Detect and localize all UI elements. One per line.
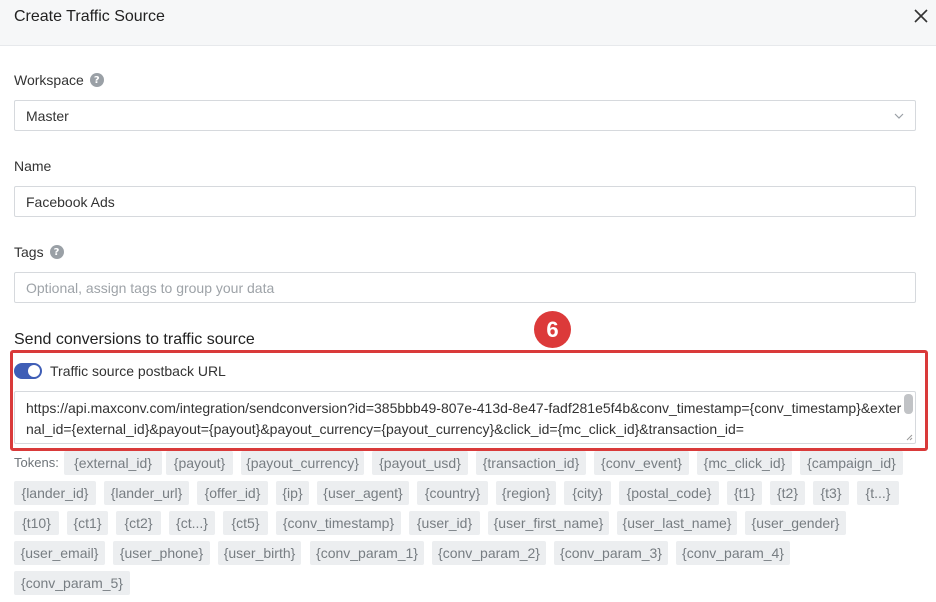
workspace-value: Master: [26, 107, 69, 124]
token-chip[interactable]: {user_agent}: [317, 481, 409, 505]
resize-handle-icon[interactable]: [906, 434, 913, 441]
token-chip[interactable]: {t2}: [770, 481, 805, 505]
step-badge: 6: [534, 311, 571, 348]
postback-toggle[interactable]: [14, 363, 42, 379]
token-chip[interactable]: {postal_code}: [619, 481, 719, 505]
token-chip[interactable]: {conv_event}: [594, 451, 689, 475]
token-chip[interactable]: {t10}: [14, 511, 59, 535]
tags-input[interactable]: Optional, assign tags to group your data: [14, 272, 916, 303]
token-chip[interactable]: {city}: [564, 481, 611, 505]
token-chip[interactable]: {conv_param_3}: [554, 541, 668, 565]
token-chip[interactable]: {ct...}: [169, 511, 215, 535]
tokens-label: Tokens:: [14, 455, 59, 470]
workspace-select[interactable]: Master: [14, 100, 916, 131]
token-chip[interactable]: {user_last_name}: [617, 511, 737, 535]
tags-placeholder: Optional, assign tags to group your data: [26, 279, 275, 296]
token-chip[interactable]: {conv_param_5}: [14, 571, 130, 595]
token-chip[interactable]: {t...}: [857, 481, 899, 505]
workspace-label: Workspace ?: [14, 72, 104, 88]
modal-header: Create Traffic Source: [0, 0, 936, 46]
token-chip[interactable]: {t1}: [727, 481, 762, 505]
token-chip[interactable]: {external_id}: [64, 451, 162, 475]
postback-url-textarea[interactable]: https://api.maxconv.com/integration/send…: [14, 391, 916, 444]
token-chip[interactable]: {campaign_id}: [800, 451, 903, 475]
help-icon[interactable]: ?: [89, 73, 104, 87]
token-chip[interactable]: {ct5}: [223, 511, 268, 535]
token-chip[interactable]: {user_email}: [14, 541, 105, 565]
postback-toggle-label: Traffic source postback URL: [50, 363, 226, 379]
token-chip[interactable]: {country}: [417, 481, 488, 505]
name-input[interactable]: Facebook Ads: [14, 186, 916, 217]
token-chip[interactable]: {ct1}: [67, 511, 108, 535]
token-chip[interactable]: {offer_id}: [197, 481, 268, 505]
token-chip[interactable]: {lander_id}: [14, 481, 96, 505]
postback-url-text: https://api.maxconv.com/integration/send…: [26, 400, 902, 437]
token-chip[interactable]: {user_gender}: [745, 511, 846, 535]
name-value: Facebook Ads: [26, 193, 115, 210]
toggle-knob: [28, 365, 40, 377]
modal-title: Create Traffic Source: [14, 8, 165, 25]
tags-label: Tags ?: [14, 244, 64, 260]
token-chip[interactable]: {region}: [496, 481, 556, 505]
token-chip[interactable]: {conv_param_4}: [676, 541, 790, 565]
section-title: Send conversions to traffic source: [14, 331, 255, 348]
textarea-scrollbar[interactable]: [904, 394, 913, 414]
token-chip[interactable]: {transaction_id}: [476, 451, 586, 475]
token-chip[interactable]: {user_birth}: [218, 541, 301, 565]
token-chip[interactable]: {user_id}: [409, 511, 480, 535]
token-chip[interactable]: {payout_currency}: [241, 451, 364, 475]
token-chip[interactable]: {conv_timestamp}: [276, 511, 401, 535]
help-icon[interactable]: ?: [49, 245, 64, 259]
token-chip[interactable]: {ip}: [276, 481, 309, 505]
close-icon: [914, 9, 928, 23]
token-chip[interactable]: {conv_param_1}: [310, 541, 424, 565]
name-label: Name: [14, 158, 52, 174]
token-chip[interactable]: {user_first_name}: [488, 511, 609, 535]
chevron-down-icon: [894, 113, 904, 119]
close-button[interactable]: [912, 7, 930, 25]
token-chip[interactable]: {ct2}: [116, 511, 161, 535]
token-chip[interactable]: {user_phone}: [113, 541, 210, 565]
token-chip[interactable]: {payout_usd}: [372, 451, 468, 475]
token-chip[interactable]: {payout}: [166, 451, 233, 475]
token-chip[interactable]: {mc_click_id}: [697, 451, 792, 475]
token-chip[interactable]: {conv_param_2}: [432, 541, 546, 565]
token-chip[interactable]: {lander_url}: [104, 481, 189, 505]
token-chip[interactable]: {t3}: [813, 481, 849, 505]
